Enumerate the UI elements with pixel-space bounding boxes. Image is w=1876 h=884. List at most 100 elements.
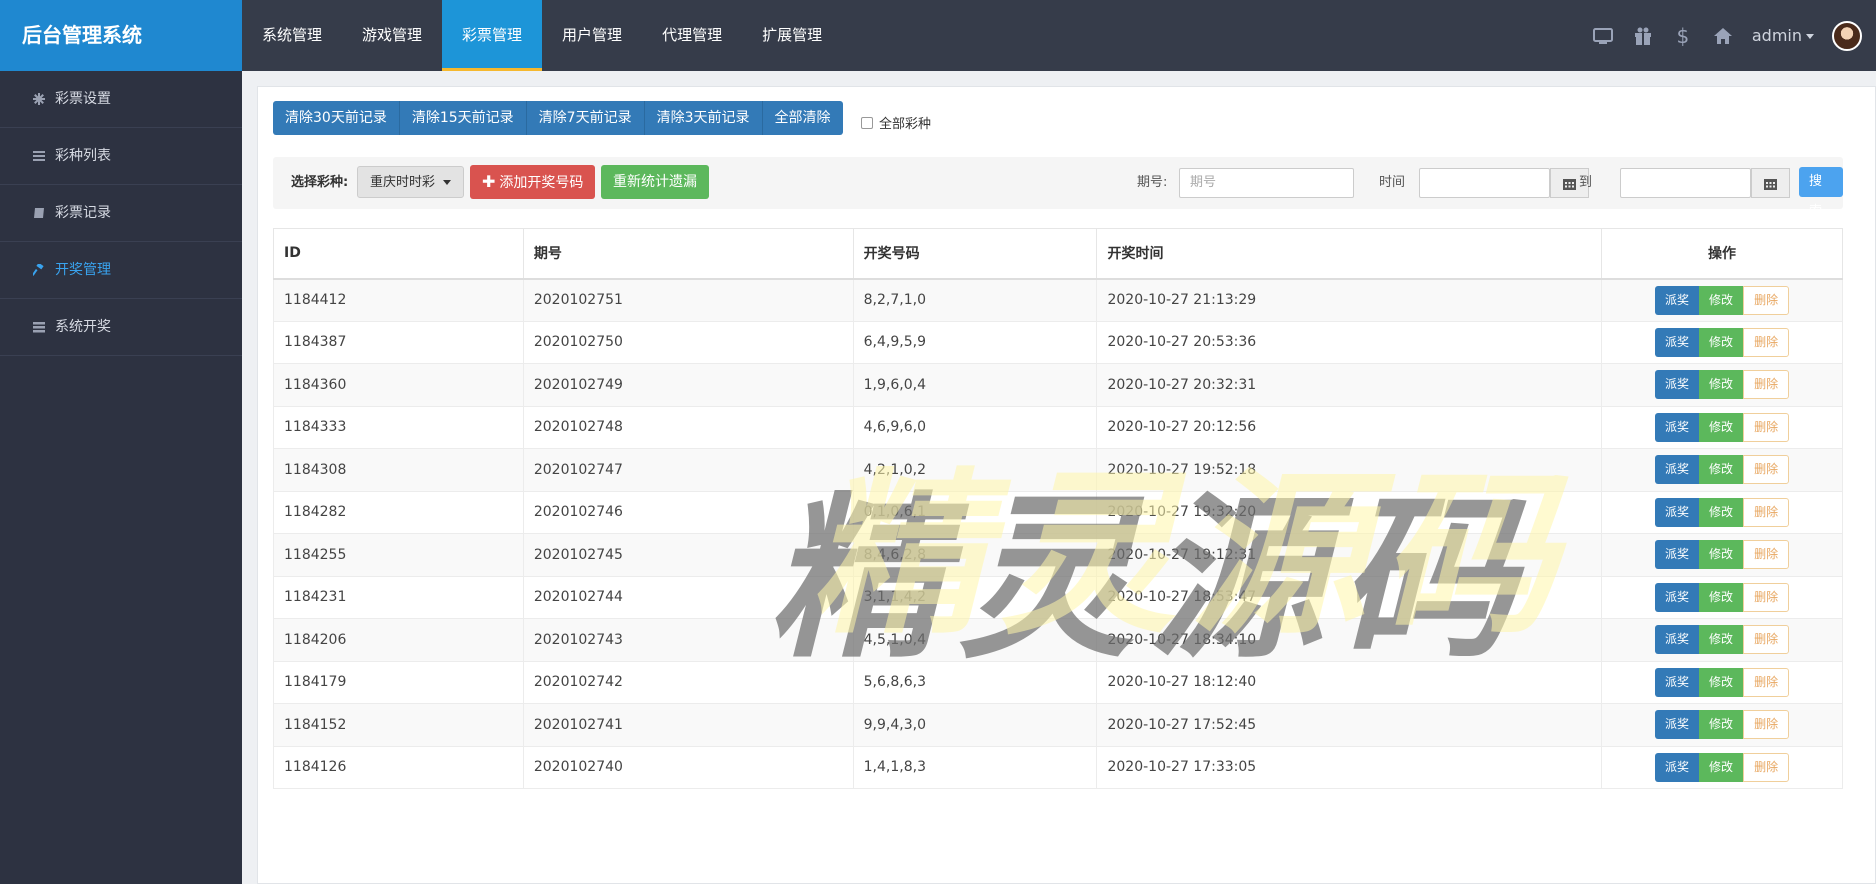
pay-prize-button[interactable]: 派奖 <box>1655 412 1700 442</box>
cell-numbers: 9,9,4,3,0 <box>852 703 1098 747</box>
edit-button[interactable]: 修改 <box>1699 710 1744 740</box>
delete-button[interactable]: 删除 <box>1743 455 1790 485</box>
start-time-input[interactable] <box>1419 168 1550 198</box>
delete-button[interactable]: 删除 <box>1743 710 1790 740</box>
delete-button[interactable]: 删除 <box>1743 412 1790 442</box>
clear-30-days-button[interactable]: 清除30天前记录 <box>273 101 400 135</box>
cell-time: 2020-10-27 18:53:47 <box>1096 575 1603 619</box>
clear-3-days-button[interactable]: 清除3天前记录 <box>644 101 763 135</box>
select-lottery-label: 选择彩种: <box>291 175 349 190</box>
delete-button[interactable]: 删除 <box>1743 497 1790 527</box>
chevron-down-icon <box>1806 34 1814 39</box>
pay-prize-button[interactable]: 派奖 <box>1655 455 1700 485</box>
delete-button[interactable]: 删除 <box>1743 370 1790 400</box>
cell-issue: 2020102740 <box>522 745 854 789</box>
top-nav-lottery[interactable]: 彩票管理 <box>442 0 543 71</box>
edit-button[interactable]: 修改 <box>1699 497 1744 527</box>
cell-time: 2020-10-27 20:32:31 <box>1096 363 1603 407</box>
cell-time: 2020-10-27 17:33:05 <box>1096 745 1603 789</box>
sidebar-item-label: 系统开奖 <box>55 318 111 335</box>
table-row: 1184412 2020102751 8,2,7,1,0 2020-10-27 21:… <box>273 278 1843 322</box>
sidebar-item-label: 彩种列表 <box>55 147 111 164</box>
clear-15-days-button[interactable]: 清除15天前记录 <box>399 101 527 135</box>
table-row: 1184255 2020102745 8,4,6,2,8 2020-10-27 19:… <box>273 533 1843 577</box>
delete-button[interactable]: 删除 <box>1743 327 1790 357</box>
time-label: 时间 <box>1379 175 1406 190</box>
edit-button[interactable]: 修改 <box>1699 582 1744 612</box>
top-nav-users[interactable]: 用户管理 <box>542 0 642 71</box>
row-actions: 派奖 修改 删除 <box>1655 370 1790 400</box>
lottery-type-select[interactable]: 重庆时时彩 <box>357 166 465 198</box>
top-nav-agents[interactable]: 代理管理 <box>642 0 742 71</box>
sidebar-item-system-draw[interactable]: 系统开奖 <box>0 299 242 356</box>
top-nav-extensions[interactable]: 扩展管理 <box>742 0 842 71</box>
plus-icon: ✚ <box>482 172 496 191</box>
sidebar-item-lottery-records[interactable]: 彩票记录 <box>0 185 242 242</box>
brand-title[interactable]: 后台管理系统 <box>0 0 242 71</box>
cell-issue: 2020102749 <box>522 363 854 407</box>
edit-button[interactable]: 修改 <box>1699 285 1744 315</box>
pay-prize-button[interactable]: 派奖 <box>1655 497 1700 527</box>
clear-7-days-button[interactable]: 清除7天前记录 <box>526 101 645 135</box>
delete-button[interactable]: 删除 <box>1743 752 1790 782</box>
row-actions: 派奖 修改 删除 <box>1655 667 1790 697</box>
delete-button[interactable]: 删除 <box>1743 667 1790 697</box>
edit-button[interactable]: 修改 <box>1699 370 1744 400</box>
edit-button[interactable]: 修改 <box>1699 540 1744 570</box>
cell-time: 2020-10-27 20:53:36 <box>1096 320 1603 364</box>
cell-time: 2020-10-27 17:52:45 <box>1096 703 1603 747</box>
issue-input[interactable]: 期号 <box>1179 168 1354 198</box>
cell-actions: 派奖 修改 删除 <box>1601 533 1843 577</box>
top-nav-games[interactable]: 游戏管理 <box>342 0 442 71</box>
pay-prize-button[interactable]: 派奖 <box>1655 540 1700 570</box>
user-menu[interactable]: admin <box>1752 26 1814 45</box>
header-actions: 操作 <box>1601 228 1843 280</box>
end-time-input[interactable] <box>1620 168 1751 198</box>
header-issue: 期号 <box>522 228 854 280</box>
pay-prize-button[interactable]: 派奖 <box>1655 370 1700 400</box>
chevron-down-icon <box>443 180 452 185</box>
calendar-icon[interactable] <box>1751 168 1790 198</box>
edit-button[interactable]: 修改 <box>1699 625 1744 655</box>
cell-time: 2020-10-27 19:32:20 <box>1096 490 1603 534</box>
home-icon[interactable] <box>1712 25 1734 47</box>
all-types-checkbox-wrap[interactable]: 全部彩种 <box>861 113 931 132</box>
cell-issue: 2020102750 <box>522 320 854 364</box>
delete-button[interactable]: 删除 <box>1743 625 1790 655</box>
edit-button[interactable]: 修改 <box>1699 412 1744 442</box>
top-nav-system[interactable]: 系统管理 <box>242 0 342 71</box>
pay-prize-button[interactable]: 派奖 <box>1655 327 1700 357</box>
edit-button[interactable]: 修改 <box>1699 752 1744 782</box>
gift-icon[interactable] <box>1632 25 1654 47</box>
cell-issue: 2020102748 <box>522 405 854 449</box>
all-types-checkbox[interactable] <box>861 116 873 129</box>
add-draw-number-button[interactable]: ✚ 添加开奖号码 <box>470 165 596 199</box>
sidebar-item-lottery-list[interactable]: 彩种列表 <box>0 128 242 185</box>
delete-button[interactable]: 删除 <box>1743 285 1790 315</box>
cell-id: 1184206 <box>273 618 524 662</box>
pay-prize-button[interactable]: 派奖 <box>1655 667 1700 697</box>
pay-prize-button[interactable]: 派奖 <box>1655 752 1700 782</box>
row-actions: 派奖 修改 删除 <box>1655 497 1790 527</box>
pay-prize-button[interactable]: 派奖 <box>1655 582 1700 612</box>
pay-prize-button[interactable]: 派奖 <box>1655 710 1700 740</box>
clear-all-button[interactable]: 全部清除 <box>762 101 843 135</box>
pay-prize-button[interactable]: 派奖 <box>1655 285 1700 315</box>
tv-icon[interactable] <box>1592 25 1614 47</box>
row-actions: 派奖 修改 删除 <box>1655 625 1790 655</box>
dollar-icon[interactable]: $ <box>1672 24 1694 48</box>
avatar[interactable] <box>1832 20 1862 51</box>
edit-button[interactable]: 修改 <box>1699 667 1744 697</box>
search-button[interactable]: 搜索 <box>1799 167 1843 219</box>
sidebar-item-lottery-settings[interactable]: 彩票设置 <box>0 71 242 128</box>
edit-button[interactable]: 修改 <box>1699 455 1744 485</box>
delete-button[interactable]: 删除 <box>1743 540 1790 570</box>
delete-button[interactable]: 删除 <box>1743 582 1790 612</box>
issue-label: 期号: <box>1137 175 1168 190</box>
table-row: 1184333 2020102748 4,6,9,6,0 2020-10-27 20:… <box>273 405 1843 449</box>
pay-prize-button[interactable]: 派奖 <box>1655 625 1700 655</box>
draw-results-table: ID 期号 开奖号码 开奖时间 操作 1184412 2020102751 8,2,… <box>273 228 1843 789</box>
recount-missing-button[interactable]: 重新统计遗漏 <box>601 165 709 199</box>
edit-button[interactable]: 修改 <box>1699 327 1744 357</box>
sidebar-item-draw-management[interactable]: 开奖管理 <box>0 242 242 299</box>
